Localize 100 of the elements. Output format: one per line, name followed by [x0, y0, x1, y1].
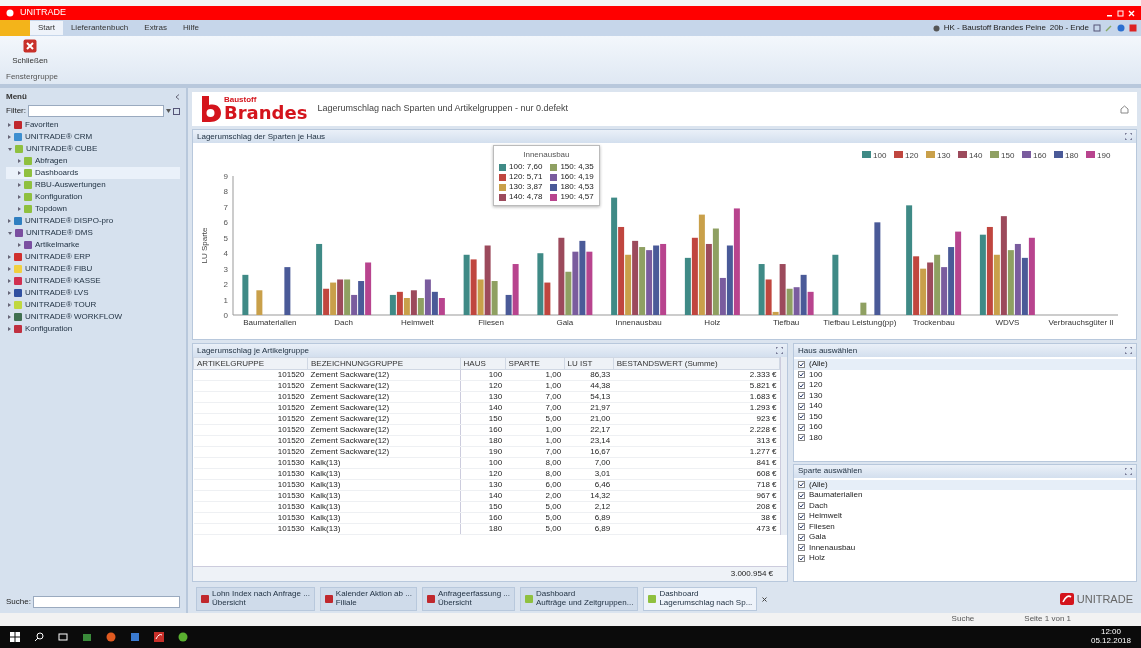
expand-icon[interactable] [8, 255, 11, 259]
bar[interactable] [438, 298, 445, 315]
app-icon[interactable] [178, 632, 188, 642]
tree-item[interactable]: Topdown [6, 203, 180, 215]
bar[interactable] [463, 254, 470, 315]
column-header[interactable]: BESTANDSWERT (Summe) [613, 357, 780, 370]
checkbox[interactable] [798, 434, 805, 442]
bar[interactable] [691, 237, 698, 315]
app-icon[interactable] [130, 632, 140, 642]
expand-icon[interactable] [18, 207, 21, 211]
bar[interactable] [323, 288, 330, 315]
filter-field[interactable] [28, 105, 164, 117]
tree-item[interactable]: Dashboards [6, 167, 180, 179]
bar[interactable] [389, 294, 396, 315]
list-item[interactable]: 150 [794, 411, 1136, 422]
bar[interactable] [684, 257, 691, 315]
bar[interactable] [586, 251, 593, 315]
bar[interactable] [242, 274, 249, 315]
checkbox[interactable] [798, 481, 805, 489]
bar[interactable] [807, 291, 814, 315]
tree-item[interactable]: UNITRADE® LVS [6, 287, 180, 299]
tree-item[interactable]: UNITRADE® TOUR [6, 299, 180, 311]
bar[interactable] [505, 294, 512, 315]
browser-icon[interactable] [106, 632, 116, 642]
column-header[interactable]: BEZEICHNUNGGRUPPE [307, 357, 461, 370]
checkbox[interactable] [798, 512, 805, 520]
checkbox[interactable] [798, 523, 805, 531]
expand-icon[interactable] [8, 267, 11, 271]
bar[interactable] [316, 243, 323, 315]
checkbox[interactable] [798, 371, 805, 379]
list-item[interactable]: 180 [794, 432, 1136, 443]
ribbon-tab[interactable]: Extras [136, 21, 175, 35]
tree-item[interactable]: UNITRADE® CRM [6, 131, 180, 143]
bar[interactable] [765, 279, 772, 315]
bar[interactable] [934, 254, 941, 315]
checkbox[interactable] [798, 360, 805, 368]
search-field[interactable] [32, 596, 180, 608]
checkbox[interactable] [798, 502, 805, 510]
tree-item[interactable]: UNITRADE® ERP [6, 251, 180, 263]
bar[interactable] [927, 262, 934, 315]
bar[interactable] [948, 247, 955, 315]
bar[interactable] [431, 291, 438, 315]
task-view-icon[interactable] [58, 632, 68, 642]
bar[interactable] [537, 253, 544, 315]
document-tab[interactable]: Dashboard Aufträge und Zeitgruppen... [519, 587, 639, 611]
bar[interactable] [344, 279, 351, 315]
tree-item[interactable]: UNITRADE® DMS [6, 227, 180, 239]
list-item[interactable]: Heimwelt [794, 511, 1136, 522]
search-icon[interactable] [34, 632, 44, 642]
maximize-icon[interactable] [1125, 133, 1132, 140]
bar[interactable] [512, 264, 519, 315]
bar[interactable] [396, 291, 403, 315]
list-item[interactable]: 130 [794, 390, 1136, 401]
tree-item[interactable]: UNITRADE® FIBU [6, 263, 180, 275]
start-icon[interactable] [10, 632, 20, 642]
list-item[interactable]: 160 [794, 422, 1136, 433]
expand-icon[interactable] [8, 147, 12, 151]
expand-icon[interactable] [8, 315, 11, 319]
bar[interactable] [719, 277, 726, 315]
expand-icon[interactable] [18, 195, 21, 199]
tree-item[interactable]: UNITRADE® WORKFLOW [6, 311, 180, 323]
bar[interactable] [639, 247, 646, 315]
bar[interactable] [979, 234, 986, 315]
expand-icon[interactable] [18, 183, 21, 187]
home-icon[interactable] [1120, 104, 1129, 114]
bar[interactable] [558, 237, 565, 315]
bar[interactable] [424, 279, 431, 315]
bar[interactable] [544, 282, 551, 315]
checkbox[interactable] [798, 533, 805, 541]
checkbox[interactable] [798, 402, 805, 410]
list-item[interactable]: Innenausbau [794, 542, 1136, 553]
list-item[interactable]: (Alle) [794, 359, 1136, 370]
list-item[interactable]: Gala [794, 532, 1136, 543]
close-icon[interactable] [762, 596, 768, 602]
bar[interactable] [618, 226, 625, 315]
list-item[interactable]: Holz [794, 553, 1136, 564]
bar[interactable] [653, 245, 660, 315]
bar[interactable] [417, 298, 424, 315]
expand-icon[interactable] [8, 327, 11, 331]
help-icon[interactable] [1117, 24, 1125, 32]
dropdown-icon[interactable] [166, 109, 171, 113]
bar[interactable] [351, 294, 358, 315]
close-button[interactable]: Schließen [6, 39, 54, 67]
app-icon[interactable] [82, 632, 92, 642]
bar[interactable] [705, 243, 712, 315]
bar[interactable] [1007, 250, 1014, 315]
bar[interactable] [758, 264, 765, 315]
bar[interactable] [1028, 237, 1035, 315]
bar[interactable] [800, 274, 807, 315]
checkbox[interactable] [798, 413, 805, 421]
expand-icon[interactable] [8, 303, 11, 307]
app-icon[interactable] [154, 632, 164, 642]
bar[interactable] [337, 279, 344, 315]
tree-item[interactable]: Konfiguration [6, 191, 180, 203]
bar[interactable] [712, 228, 719, 315]
expand-icon[interactable] [18, 159, 21, 163]
bar[interactable] [579, 240, 586, 315]
bar[interactable] [632, 240, 639, 315]
ribbon-tab[interactable]: Start [30, 21, 63, 35]
list-item[interactable]: 140 [794, 401, 1136, 412]
